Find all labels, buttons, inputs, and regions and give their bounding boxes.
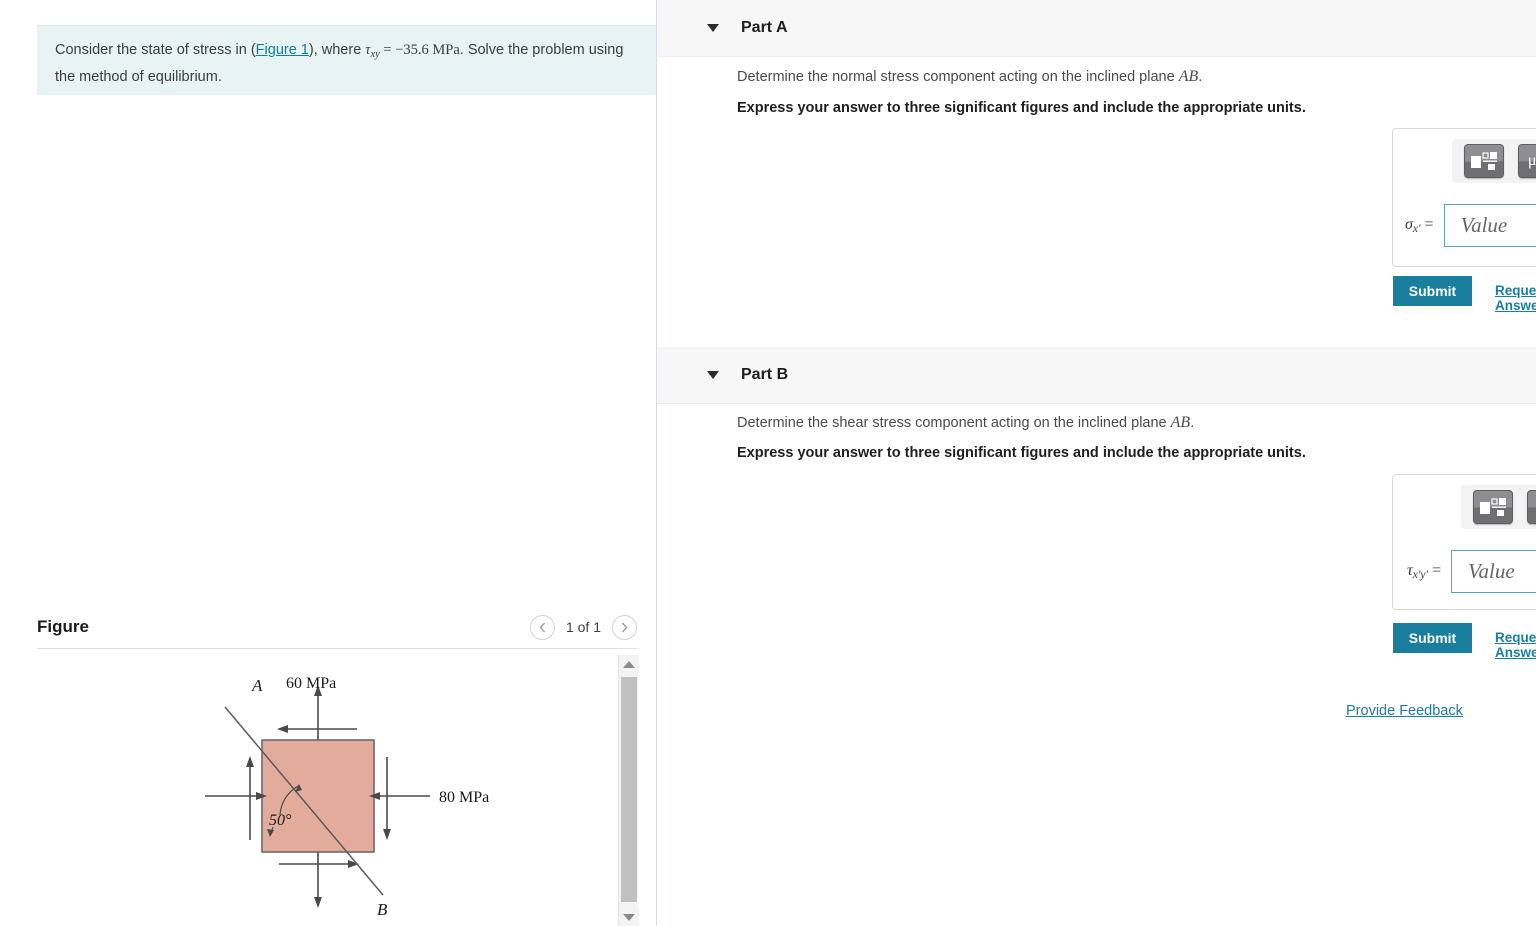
figure-next-button[interactable] [612,614,637,640]
units-icon[interactable]: μÅ [1527,490,1536,524]
figure-body: A B 60 MPa 80 MPa 50° [37,655,637,926]
sigma-symbol: σ [1405,215,1413,233]
right-stress-label: 80 MPa [439,789,489,806]
part-b-header[interactable]: Part B [657,347,1536,404]
part-b-instruction: Express your answer to three significant… [737,445,1306,461]
label-A: A [251,676,263,695]
units-icon[interactable]: μÅ [1518,144,1536,178]
figure-prev-button[interactable] [529,614,555,640]
math-template-icon[interactable] [1473,490,1513,524]
label-B: B [377,900,388,919]
equals-sign: = [1432,561,1442,579]
figure-navigation: 1 of 1 [529,614,637,640]
problem-intro-box: Consider the state of stress in (Figure … [37,25,656,95]
part-b-question-period: . [1190,415,1195,431]
part-a-instruction: Express your answer to three significant… [737,100,1306,116]
equals-sign: = [1424,215,1434,233]
scrollbar-thumb[interactable] [621,677,637,902]
chevron-left-icon [539,622,546,632]
right-panel: Part A Determine the normal stress compo… [657,0,1536,926]
part-b-answer-label: τx′y′ = [1407,562,1441,581]
figure-link[interactable]: Figure 1 [256,42,309,58]
part-a-submit-button[interactable]: Submit [1393,276,1472,306]
part-a-answer-row: σx′ = Value Units [1405,204,1536,247]
problem-page: Consider the state of stress in (Figure … [0,0,1536,926]
collapse-caret-icon[interactable] [707,24,719,32]
sigma-subscript: x′ [1412,223,1421,236]
figure-divider [37,648,637,649]
part-b-plane-label: AB [1170,414,1191,431]
part-a-plane-label: AB [1178,68,1199,85]
stress-element-square [261,739,375,853]
tau-value: = −35.6 MPa [379,42,460,58]
part-a-value-input[interactable]: Value [1443,204,1536,247]
tau-subscript: xy [370,48,380,60]
units-glyph: μÅ [1527,152,1536,169]
part-b-question-text: Determine the shear stress component act… [737,415,1171,431]
figure-header: Figure 1 of 1 [37,608,637,646]
scroll-down-button[interactable] [619,908,639,926]
part-a-header[interactable]: Part A [657,0,1536,57]
stress-element-diagram: A B 60 MPa 80 MPa 50° [205,675,489,919]
angle-label: 50° [269,812,292,829]
intro-prefix: Consider the state of stress in ( [55,42,256,58]
provide-feedback-link[interactable]: Provide Feedback [1346,703,1463,719]
intro-mid: ), where [308,42,366,58]
part-b-toolbar: μÅ [1461,485,1536,529]
scroll-up-button[interactable] [619,655,639,673]
triangle-up-icon [623,660,635,668]
part-a-request-answer-link[interactable]: Request Answer [1495,283,1536,313]
figure-title: Figure [37,617,89,636]
part-a-answer-widget: μÅ [1392,128,1536,267]
part-b-question: Determine the shear stress component act… [737,414,1194,432]
collapse-caret-icon[interactable] [707,371,719,379]
math-template-glyph [1471,152,1497,170]
part-a-question-text: Determine the normal stress component ac… [737,69,1179,85]
left-panel: Consider the state of stress in (Figure … [0,0,657,926]
chevron-right-icon [621,622,628,632]
part-b-request-answer-link[interactable]: Request Answer [1495,630,1536,660]
part-b-label: Part B [741,366,789,383]
top-stress-label: 60 MPa [286,675,336,692]
figure-page-indicator: 1 of 1 [565,619,601,635]
part-a-label: Part A [741,19,788,36]
part-a-question-period: . [1198,69,1203,85]
problem-statement: Consider the state of stress in (Figure … [55,39,638,88]
part-a-toolbar: μÅ [1452,139,1536,183]
figure-scrollbar[interactable] [618,655,639,926]
math-template-icon[interactable] [1464,144,1504,178]
part-b-submit-button[interactable]: Submit [1393,623,1472,653]
tau-subscript: x′y′ [1412,569,1428,582]
part-a-question: Determine the normal stress component ac… [737,68,1202,86]
math-template-glyph [1480,498,1506,516]
part-a-answer-label: σx′ = [1405,216,1434,235]
part-b-answer-widget: μÅ [1392,474,1536,610]
part-b-value-input[interactable]: Value [1451,550,1536,593]
part-b-answer-row: τx′y′ = Value Units [1407,550,1536,593]
triangle-down-icon [623,913,635,921]
